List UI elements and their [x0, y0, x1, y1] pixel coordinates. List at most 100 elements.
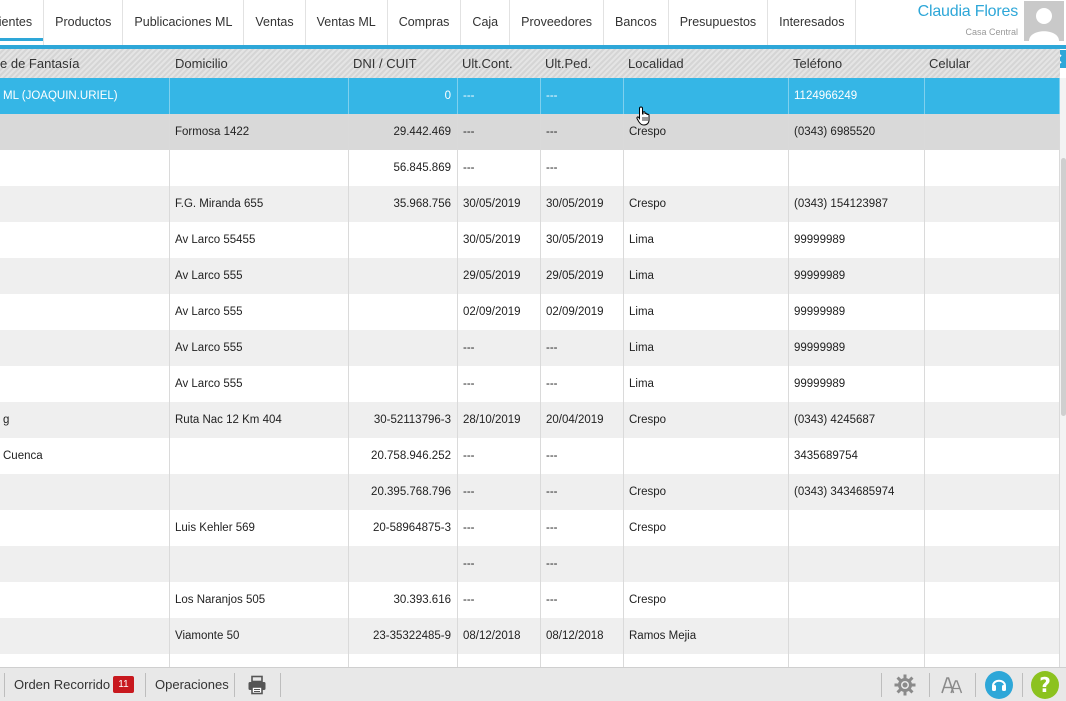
- cell-localidad: [624, 438, 789, 474]
- print-button[interactable]: [246, 671, 268, 699]
- cell-localidad: [624, 546, 789, 582]
- user-info[interactable]: Claudia Flores Casa Central: [918, 3, 1019, 37]
- column-header-celular[interactable]: Celular: [929, 49, 970, 78]
- tab-lientes[interactable]: lientes: [0, 0, 45, 45]
- cell-ult-ped: ---: [541, 150, 624, 186]
- vertical-scrollbar[interactable]: [1060, 78, 1066, 667]
- operaciones-button[interactable]: Operaciones: [155, 668, 229, 701]
- cell-localidad: [624, 654, 789, 667]
- cell-celular: [925, 186, 1060, 222]
- column-header-ult-ped[interactable]: Ult.Ped.: [545, 49, 591, 78]
- cell-telefono: (0343) 3434685974: [789, 474, 925, 510]
- table-row[interactable]: 20.395.768.796 --- --- Crespo (0343) 3434685…: [0, 474, 1060, 510]
- support-button[interactable]: [985, 671, 1013, 699]
- cell-dni: 20.758.946.252: [349, 438, 458, 474]
- cell-dni: 56.845.869: [349, 150, 458, 186]
- cell-domicilio: [170, 78, 349, 114]
- cell-fantasia: Cuenca: [0, 438, 170, 474]
- cell-dni: 29.442.469: [349, 114, 458, 150]
- cell-telefono: 1124966249: [789, 78, 925, 114]
- cell-celular: [925, 366, 1060, 402]
- cell-localidad: Crespo: [624, 474, 789, 510]
- cell-domicilio: Luis Kehler 569: [170, 510, 349, 546]
- toolbar-divider: [975, 673, 976, 697]
- column-header-dni-cuit[interactable]: DNI / CUIT: [353, 49, 417, 78]
- cell-ult-ped: [541, 654, 624, 667]
- table-row[interactable]: --- ---: [0, 546, 1060, 582]
- table-row[interactable]: Viamonte 50 23-35322485-9 08/12/2018 08/12/…: [0, 618, 1060, 654]
- bottom-toolbar: Orden Recorrido 11 Operaciones ?: [0, 667, 1066, 701]
- cell-ult-ped: ---: [541, 474, 624, 510]
- cell-ult-cont: ---: [458, 366, 541, 402]
- cell-localidad: Lima: [624, 222, 789, 258]
- table-row[interactable]: 56.845.869 --- ---: [0, 150, 1060, 186]
- cell-domicilio: [170, 546, 349, 582]
- cell-ult-cont: ---: [458, 474, 541, 510]
- gear-icon: [894, 674, 916, 696]
- hand-cursor-icon: [636, 106, 650, 126]
- help-button[interactable]: ?: [1031, 671, 1059, 699]
- table-row[interactable]: Cuenca 20.758.946.252 --- --- 3435689754: [0, 438, 1060, 474]
- column-header-telefono[interactable]: Teléfono: [793, 49, 842, 78]
- table-row[interactable]: [0, 654, 1060, 667]
- cell-ult-ped: ---: [541, 330, 624, 366]
- cell-domicilio: [170, 438, 349, 474]
- cell-dni: [349, 366, 458, 402]
- tab-bancos[interactable]: Bancos: [604, 0, 669, 45]
- table-header: e de Fantasía Domicilio DNI / CUIT Ult.C…: [0, 49, 1060, 78]
- cell-telefono: 99999989: [789, 366, 925, 402]
- cell-telefono: (0343) 6985520: [789, 114, 925, 150]
- settings-button[interactable]: [893, 671, 917, 699]
- table-row[interactable]: F.G. Miranda 655 35.968.756 30/05/2019 30/0…: [0, 186, 1060, 222]
- table-row[interactable]: Av Larco 555 02/09/2019 02/09/2019 Lima 9999…: [0, 294, 1060, 330]
- cell-telefono: [789, 582, 925, 618]
- cell-dni: 0: [349, 78, 458, 114]
- cell-ult-cont: ---: [458, 114, 541, 150]
- cell-ult-ped: ---: [541, 510, 624, 546]
- cell-localidad: Lima: [624, 330, 789, 366]
- font-size-button[interactable]: [940, 671, 964, 699]
- cell-dni: 30-52113796-3: [349, 402, 458, 438]
- column-header-domicilio[interactable]: Domicilio: [175, 49, 228, 78]
- cell-dni: 20.395.768.796: [349, 474, 458, 510]
- cell-dni: 35.968.756: [349, 186, 458, 222]
- cell-celular: [925, 546, 1060, 582]
- tab-publicaciones-ml[interactable]: Publicaciones ML: [123, 0, 245, 45]
- cell-ult-ped: 29/05/2019: [541, 258, 624, 294]
- column-header-fantasia[interactable]: e de Fantasía: [0, 49, 80, 78]
- tab-ventas[interactable]: Ventas: [244, 0, 306, 45]
- tab-compras[interactable]: Compras: [388, 0, 462, 45]
- cell-celular: [925, 582, 1060, 618]
- table-row[interactable]: Formosa 1422 29.442.469 --- --- Crespo (0343)…: [0, 114, 1060, 150]
- table-row[interactable]: g Ruta Nac 12 Km 404 30-52113796-3 28/10/20…: [0, 402, 1060, 438]
- user-name[interactable]: Claudia Flores: [918, 3, 1019, 21]
- cell-ult-cont: 28/10/2019: [458, 402, 541, 438]
- table-row[interactable]: Av Larco 555 29/05/2019 29/05/2019 Lima 9999…: [0, 258, 1060, 294]
- tab-productos[interactable]: Productos: [44, 0, 124, 45]
- tab-presupuestos[interactable]: Presupuestos: [669, 0, 769, 45]
- cell-dni: [349, 258, 458, 294]
- table-row[interactable]: Los Naranjos 505 30.393.616 --- --- Crespo: [0, 582, 1060, 618]
- orden-recorrido-button[interactable]: Orden Recorrido: [14, 668, 110, 701]
- tab-caja[interactable]: Caja: [461, 0, 511, 45]
- column-header-ult-cont[interactable]: Ult.Cont.: [462, 49, 513, 78]
- cell-ult-cont: 30/05/2019: [458, 222, 541, 258]
- cell-domicilio: F.G. Miranda 655: [170, 186, 349, 222]
- cell-telefono: 99999989: [789, 330, 925, 366]
- table-row[interactable]: ML (JOAQUIN.URIEL) 0 --- --- 1124966249: [0, 78, 1060, 114]
- scrollbar-thumb[interactable]: [1061, 158, 1066, 416]
- tab-proveedores[interactable]: Proveedores: [510, 0, 605, 45]
- column-header-localidad[interactable]: Localidad: [628, 49, 684, 78]
- tab-interesados[interactable]: Interesados: [768, 0, 857, 45]
- table-row[interactable]: Av Larco 55455 30/05/2019 30/05/2019 Lima 99…: [0, 222, 1060, 258]
- main-tabs: lientesProductosPublicaciones MLVentasVe…: [0, 0, 857, 45]
- avatar[interactable]: [1024, 1, 1064, 41]
- table-row[interactable]: Av Larco 555 --- --- Lima 99999989: [0, 366, 1060, 402]
- table-row[interactable]: Av Larco 555 --- --- Lima 99999989: [0, 330, 1060, 366]
- cell-ult-ped: 30/05/2019: [541, 222, 624, 258]
- cell-domicilio: Formosa 1422: [170, 114, 349, 150]
- cell-fantasia: [0, 222, 170, 258]
- table-row[interactable]: Luis Kehler 569 20-58964875-3 --- --- Crespo: [0, 510, 1060, 546]
- cell-ult-ped: 20/04/2019: [541, 402, 624, 438]
- tab-ventas-ml[interactable]: Ventas ML: [306, 0, 388, 45]
